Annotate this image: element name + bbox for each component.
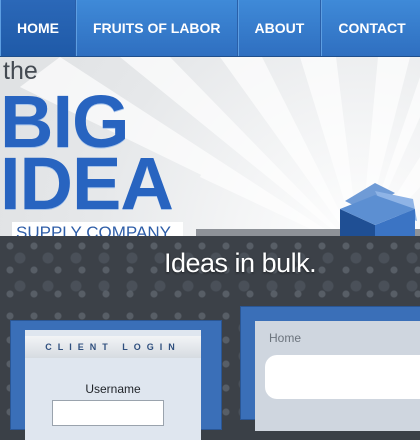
login-box: CLIENT LOGIN Username xyxy=(25,330,201,440)
nav-about[interactable]: ABOUT xyxy=(237,0,322,56)
nav-contact[interactable]: CONTACT xyxy=(321,0,420,56)
tagline: Ideas in bulk. xyxy=(164,248,317,278)
content-panel: Home xyxy=(240,306,420,431)
main-nav: HOME FRUITS OF LABOR ABOUT CONTACT xyxy=(0,0,420,57)
username-label: Username xyxy=(85,382,141,396)
content-box xyxy=(265,355,420,399)
hero-banner: the BIG IDEA SUPPLY COMPANY xyxy=(0,57,420,250)
breadcrumb[interactable]: Home xyxy=(269,331,301,345)
nav-home[interactable]: HOME xyxy=(0,0,76,56)
nav-fruits-of-labor[interactable]: FRUITS OF LABOR xyxy=(76,0,238,56)
login-title: CLIENT LOGIN xyxy=(25,336,201,358)
logo-idea: IDEA xyxy=(0,142,174,225)
username-input[interactable] xyxy=(52,400,164,426)
client-login-panel: CLIENT LOGIN Username xyxy=(10,320,222,440)
content-inner: Home xyxy=(255,321,420,431)
